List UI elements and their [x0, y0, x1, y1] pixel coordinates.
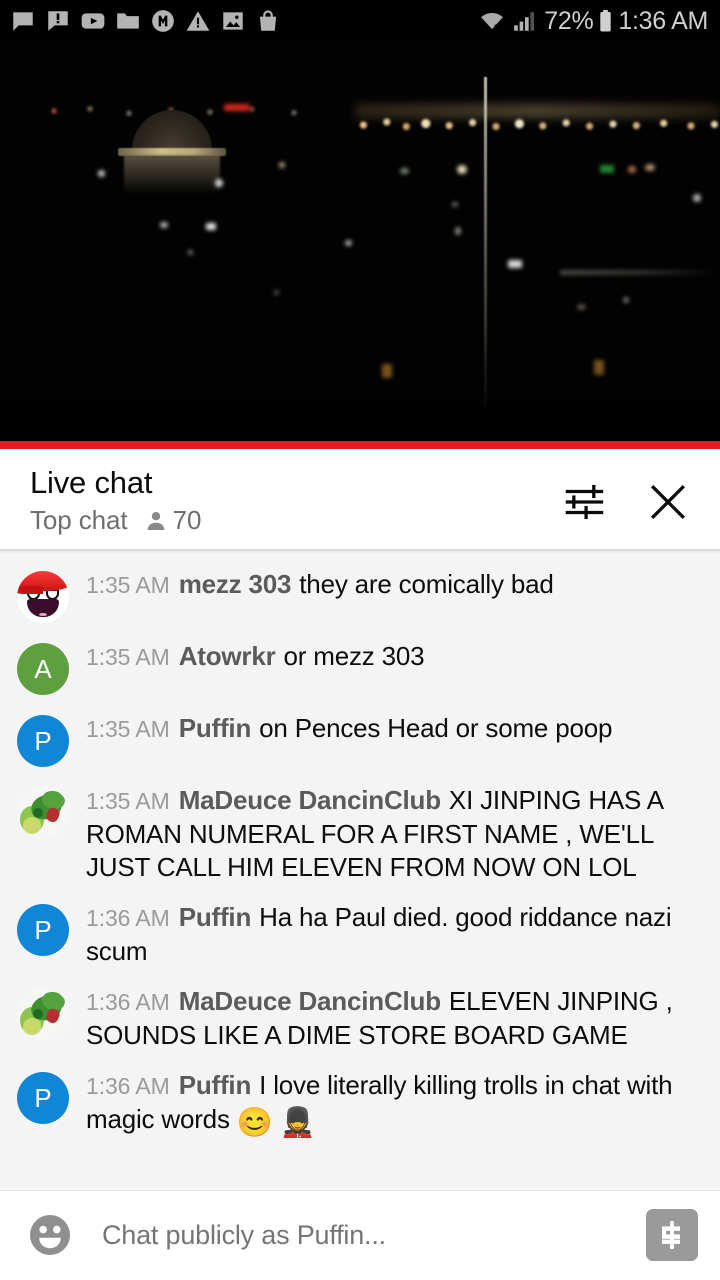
chat-message-text: on Pences Head or some poop: [259, 713, 613, 743]
chat-message-timestamp: 1:36 AM: [86, 1073, 170, 1099]
photo-icon: [223, 12, 243, 30]
chat-header-subtitle-row: Top chat 70: [30, 505, 560, 536]
wifi-icon: [481, 12, 504, 30]
chat-bubble-icon: [13, 12, 33, 31]
chat-message-text: or mezz 303: [283, 641, 425, 671]
chat-message-body: 1:36 AM Puffin Ha ha Paul died. good ridda…: [86, 901, 704, 968]
youtube-icon: [81, 13, 105, 29]
chat-header-actions: [560, 478, 698, 526]
chat-message-body: 1:36 AM Puffin I love literally killing tr…: [86, 1069, 704, 1138]
chat-message-text: I love literally killing trolls in chat …: [86, 1070, 673, 1139]
chat-header-titles: Live chat Top chat 70: [30, 464, 560, 537]
avatar[interactable]: [17, 571, 69, 623]
chat-message-body: 1:36 AM MaDeuce DancinClub ELEVEN JINPING …: [86, 985, 704, 1052]
chat-input-bar: [0, 1190, 720, 1280]
chat-input-field[interactable]: [74, 1219, 646, 1251]
person-icon: [147, 511, 164, 530]
superchat-button[interactable]: [646, 1209, 698, 1261]
chat-message[interactable]: P 1:35 AM Puffin on Pences Head or some poo…: [0, 712, 720, 767]
status-bar-system-indicators: 72% 1:36 AM: [478, 8, 708, 34]
video-bottom-fade: [0, 331, 720, 441]
avatar[interactable]: P: [17, 904, 69, 956]
avatar[interactable]: [17, 988, 69, 1040]
dollar-icon: [662, 1221, 680, 1249]
status-bar-notification-icons: [10, 8, 281, 34]
m-circle-icon: [152, 10, 174, 32]
chat-message-author[interactable]: mezz 303: [179, 569, 292, 599]
chat-message-author[interactable]: Puffin: [179, 713, 252, 743]
chat-message-timestamp: 1:35 AM: [86, 716, 170, 742]
chat-message[interactable]: 1:36 AM MaDeuce DancinClub ELEVEN JINPING …: [0, 985, 720, 1052]
chat-message-timestamp: 1:35 AM: [86, 788, 170, 814]
live-video-player[interactable]: [0, 42, 720, 449]
chat-message-body: 1:35 AM MaDeuce DancinClub XI JINPING HAS …: [86, 784, 704, 884]
chat-message-body: 1:35 AM Puffin on Pences Head or some poop: [86, 712, 704, 746]
viewer-count-label: 70: [172, 505, 202, 536]
chat-message-text: they are comically bad: [299, 569, 554, 599]
memorial-building: [110, 110, 235, 193]
avatar[interactable]: A: [17, 643, 69, 695]
chat-message-text: Ha ha Paul died. good riddance nazi scum: [86, 902, 672, 966]
chat-message[interactable]: P 1:36 AM Puffin I love literally killing t…: [0, 1069, 720, 1138]
chat-mode-label[interactable]: Top chat: [30, 505, 128, 536]
chat-message-author[interactable]: Puffin: [179, 902, 252, 932]
chat-settings-button[interactable]: [560, 478, 608, 526]
avatar-wrapper: P: [0, 901, 86, 956]
warning-icon: [186, 11, 210, 31]
chat-message-body: 1:35 AM Atowrkr or mezz 303: [86, 640, 704, 674]
chat-message-emoji: 😊: [236, 1107, 273, 1139]
chat-alert-icon: [48, 11, 68, 31]
avatar-wrapper: [0, 568, 86, 623]
status-bar: 72% 1:36 AM: [0, 0, 720, 42]
chat-message-body: 1:35 AM mezz 303 they are comically bad: [86, 568, 704, 602]
battery-percent-label: 72%: [544, 6, 594, 35]
tune-icon: [565, 484, 604, 519]
avatar-wrapper: P: [0, 712, 86, 767]
cell-signal-icon: [514, 12, 535, 31]
chat-message-author[interactable]: MaDeuce DancinClub: [179, 785, 441, 815]
page-title: Live chat: [30, 464, 153, 500]
bag-icon: [259, 10, 277, 31]
clock-label: 1:36 AM: [618, 6, 708, 35]
video-progress-bar[interactable]: [0, 441, 720, 449]
chat-message-timestamp: 1:35 AM: [86, 572, 170, 598]
close-icon: [650, 484, 686, 519]
close-chat-button[interactable]: [644, 478, 692, 526]
avatar[interactable]: P: [17, 1072, 69, 1124]
chat-message[interactable]: 1:35 AM MaDeuce DancinClub XI JINPING HAS …: [0, 784, 720, 884]
avatar[interactable]: P: [17, 715, 69, 767]
folder-icon: [117, 13, 139, 29]
chat-message[interactable]: A 1:35 AM Atowrkr or mezz 303: [0, 640, 720, 695]
chat-message[interactable]: P 1:36 AM Puffin Ha ha Paul died. good ridd…: [0, 901, 720, 968]
live-chat-screen: 72% 1:36 AM Live chat Top chat 70 1:35 A…: [0, 0, 720, 1280]
chat-message-emoji: 💂: [279, 1107, 316, 1139]
chat-message-author[interactable]: Atowrkr: [179, 641, 276, 671]
viewer-count: 70: [144, 505, 202, 536]
emoji-face-icon[interactable]: [26, 1211, 74, 1259]
chat-message-list[interactable]: 1:35 AM mezz 303 they are comically bad A 1:…: [0, 554, 720, 1190]
chat-message[interactable]: 1:35 AM mezz 303 they are comically bad: [0, 568, 720, 623]
chat-message-timestamp: 1:36 AM: [86, 989, 170, 1015]
chat-message-timestamp: 1:36 AM: [86, 905, 170, 931]
avatar-wrapper: A: [0, 640, 86, 695]
chat-message-author[interactable]: MaDeuce DancinClub: [179, 986, 441, 1016]
chat-message-author[interactable]: Puffin: [179, 1070, 252, 1100]
battery-icon: [600, 10, 612, 32]
avatar-wrapper: [0, 985, 86, 1040]
chat-header: Live chat Top chat 70: [0, 449, 720, 555]
avatar-wrapper: [0, 784, 86, 839]
avatar-wrapper: P: [0, 1069, 86, 1124]
avatar[interactable]: [17, 787, 69, 839]
chat-message-timestamp: 1:35 AM: [86, 644, 170, 670]
